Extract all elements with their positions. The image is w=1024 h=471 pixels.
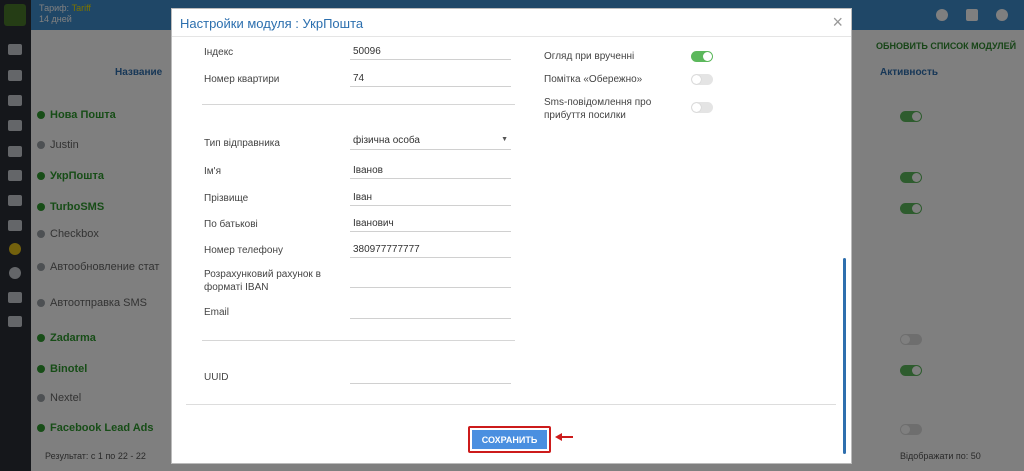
patronymic-field[interactable]: [350, 215, 511, 232]
modal-header: Настройки модуля : УкрПошта ×: [172, 9, 851, 37]
patronymic-label: По батькові: [204, 219, 258, 230]
last-name-field[interactable]: [350, 189, 511, 206]
uuid-field[interactable]: [350, 367, 511, 384]
inspection-toggle-label: Огляд при врученні: [544, 51, 635, 62]
inspection-toggle[interactable]: [691, 51, 713, 62]
phone-label: Номер телефону: [204, 245, 283, 256]
index-field[interactable]: [350, 43, 511, 60]
email-field[interactable]: [350, 302, 511, 319]
sms-toggle-label: Sms-повідомлення про прибуття посилки: [544, 97, 652, 121]
apartment-label: Номер квартири: [204, 74, 280, 85]
iban-field[interactable]: [350, 271, 511, 288]
fragile-toggle-label: Помітка «Обережно»: [544, 74, 643, 85]
index-label: Індекс: [204, 47, 234, 58]
chevron-down-icon: ▼: [501, 136, 508, 143]
sms-toggle[interactable]: [691, 102, 713, 113]
phone-field[interactable]: [350, 241, 511, 258]
toggle-knob: [692, 103, 701, 112]
toggle-knob: [692, 75, 701, 84]
close-icon[interactable]: ×: [832, 12, 843, 33]
toggle-knob: [703, 52, 712, 61]
divider: [202, 340, 515, 341]
fragile-toggle[interactable]: [691, 74, 713, 85]
first-name-field[interactable]: [350, 162, 511, 179]
apartment-field[interactable]: [350, 70, 511, 87]
modal-scrollbar[interactable]: [843, 258, 846, 454]
sender-type-value: фізична особа: [353, 135, 420, 146]
pointer-arrow-icon: [555, 433, 573, 441]
divider: [202, 104, 515, 105]
footer-divider: [186, 404, 836, 405]
sender-type-label: Тип відправника: [204, 138, 280, 149]
iban-label: Розрахунковий рахунок в форматі IBAN: [204, 269, 321, 293]
modal-title: Настройки модуля : УкрПошта: [180, 16, 364, 31]
save-button[interactable]: СОХРАНИТЬ: [472, 430, 547, 449]
last-name-label: Прізвище: [204, 193, 249, 204]
sender-type-select[interactable]: фізична особа ▼: [350, 133, 511, 150]
module-settings-modal: Настройки модуля : УкрПошта × Індекс Ном…: [171, 8, 852, 464]
uuid-label: UUID: [204, 372, 229, 383]
save-button-highlight: СОХРАНИТЬ: [468, 426, 551, 453]
email-label: Email: [204, 307, 230, 318]
first-name-label: Ім'я: [204, 166, 221, 177]
